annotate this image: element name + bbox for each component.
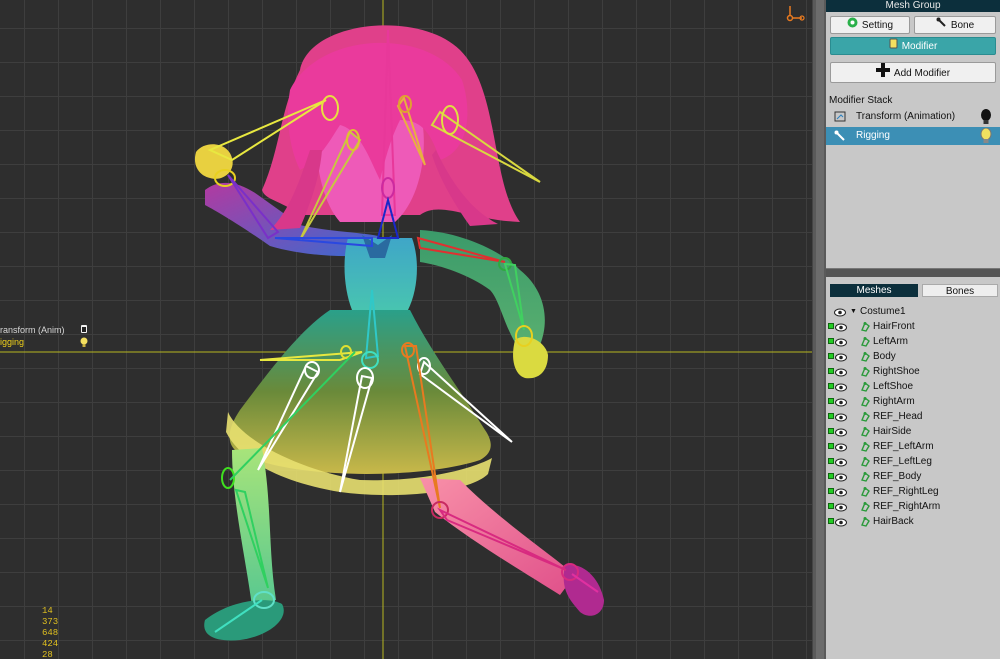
mesh-label: LeftShoe <box>873 381 914 392</box>
mesh-label: REF_Head <box>873 411 923 422</box>
tab-meshes[interactable]: Meshes <box>830 284 918 297</box>
mesh-list-item[interactable]: REF_Head <box>826 409 1000 424</box>
transform-icon <box>834 111 848 123</box>
stat-value: 28 <box>42 650 53 659</box>
mesh-list-item[interactable]: LeftShoe <box>826 379 1000 394</box>
mesh-group-header: Mesh Group <box>826 0 1000 12</box>
visibility-toggle-icon[interactable] <box>828 353 834 359</box>
setting-button[interactable]: Setting <box>830 16 910 34</box>
visibility-toggle-icon[interactable] <box>828 503 834 509</box>
visibility-toggle-icon[interactable] <box>828 323 834 329</box>
visibility-toggle-icon[interactable] <box>828 338 834 344</box>
mesh-list-item[interactable]: REF_LeftArm <box>826 439 1000 454</box>
visibility-toggle-icon[interactable] <box>828 413 834 419</box>
mesh-list-item[interactable]: HairSide <box>826 424 1000 439</box>
mesh-list-item[interactable]: Body <box>826 349 1000 364</box>
visibility-toggle-icon[interactable] <box>828 518 834 524</box>
viewport-stack-item-rigging: igging <box>0 337 88 347</box>
modifier-stack-item-transform[interactable]: Transform (Animation) <box>826 108 1000 126</box>
scrollbar-thumb[interactable] <box>816 0 824 659</box>
modifier-stack-title: Modifier Stack <box>829 95 893 106</box>
mesh-label: REF_RightArm <box>873 501 941 512</box>
stat-value: 373 <box>42 617 59 627</box>
mesh-label: REF_Body <box>873 471 922 482</box>
character-figure <box>194 25 604 641</box>
eye-icon[interactable] <box>835 517 847 532</box>
visibility-toggle-icon[interactable] <box>828 383 834 389</box>
lit-bulb-icon[interactable] <box>980 127 992 144</box>
render-stats: 14 373 648 424 28 <box>42 606 58 659</box>
add-modifier-label: Add Modifier <box>893 68 951 80</box>
bone-button[interactable]: Bone <box>914 16 996 34</box>
mesh-list-item[interactable]: RightArm <box>826 394 1000 409</box>
mesh-list-item[interactable]: REF_RightArm <box>826 499 1000 514</box>
tree-root-costume[interactable]: ▼ Costume1 <box>826 304 1000 319</box>
tab-bones[interactable]: Bones <box>922 284 998 297</box>
expand-arrow-icon[interactable]: ▼ <box>850 304 857 319</box>
unlit-bulb-icon <box>80 325 88 335</box>
mesh-list-item[interactable]: REF_LeftLeg <box>826 454 1000 469</box>
stat-value: 648 <box>42 628 59 638</box>
tree-root-label: Costume1 <box>860 306 906 317</box>
mesh-list-item[interactable]: REF_Body <box>826 469 1000 484</box>
mesh-label: LeftArm <box>873 336 909 347</box>
stat-value: 14 <box>42 606 53 616</box>
mesh-icon <box>860 516 871 532</box>
hierarchy-tabs: Meshes Bones <box>830 284 998 297</box>
rigged-character-canvas[interactable] <box>0 0 812 659</box>
plus-icon <box>875 63 890 84</box>
stat-value: 424 <box>42 639 59 649</box>
mesh-label: Body <box>873 351 896 362</box>
mesh-label: HairSide <box>873 426 912 437</box>
mesh-hierarchy: ▼ Costume1 HairFront LeftArm Body RightShoe… <box>826 304 1000 529</box>
modifier-icon <box>889 38 898 55</box>
axis-gizmo-icon[interactable] <box>786 4 806 25</box>
mesh-list-item[interactable]: HairBack <box>826 514 1000 529</box>
mesh-list-item[interactable]: LeftArm <box>826 334 1000 349</box>
mesh-label: REF_LeftArm <box>873 441 934 452</box>
editor-viewport[interactable]: ransform (Anim) igging 14 373 648 424 28 <box>0 0 812 659</box>
unlit-bulb-icon[interactable] <box>980 109 992 125</box>
setting-icon <box>847 17 858 34</box>
visibility-toggle-icon[interactable] <box>828 368 834 374</box>
setting-label: Setting <box>861 20 894 32</box>
viewport-stack-label: ransform (Anim) <box>0 325 65 335</box>
inspector-panel: Mesh Group Setting Bone Modifier Add Mod… <box>826 0 1000 659</box>
viewport-scrollbar[interactable] <box>812 0 826 659</box>
visibility-toggle-icon[interactable] <box>828 428 834 434</box>
rigging-icon <box>834 130 848 142</box>
visibility-toggle-icon[interactable] <box>828 488 834 494</box>
modifier-button[interactable]: Modifier <box>830 37 996 55</box>
mesh-list-item[interactable]: RightShoe <box>826 364 1000 379</box>
mesh-label: RightShoe <box>873 366 920 377</box>
visibility-toggle-icon[interactable] <box>828 473 834 479</box>
bone-label: Bone <box>950 20 975 32</box>
mesh-list-item[interactable]: REF_RightLeg <box>826 484 1000 499</box>
lit-bulb-icon <box>80 337 88 347</box>
viewport-stack-item-transform: ransform (Anim) <box>0 325 87 335</box>
visibility-toggle-icon[interactable] <box>828 443 834 449</box>
bone-icon <box>936 17 947 34</box>
mesh-label: REF_LeftLeg <box>873 456 932 467</box>
modifier-stack-label: Transform (Animation) <box>856 111 956 122</box>
modifier-label: Modifier <box>901 41 938 53</box>
visibility-toggle-icon[interactable] <box>828 398 834 404</box>
mesh-label: RightArm <box>873 396 915 407</box>
mesh-list-item[interactable]: HairFront <box>826 319 1000 334</box>
mesh-label: HairBack <box>873 516 914 527</box>
mesh-label: HairFront <box>873 321 915 332</box>
modifier-stack-label: Rigging <box>856 130 890 141</box>
modifier-stack-item-rigging[interactable]: Rigging <box>826 127 1000 145</box>
add-modifier-button[interactable]: Add Modifier <box>830 62 996 83</box>
visibility-toggle-icon[interactable] <box>828 458 834 464</box>
viewport-stack-label: igging <box>0 337 25 347</box>
panel-splitter[interactable] <box>826 268 1000 277</box>
mesh-label: REF_RightLeg <box>873 486 939 497</box>
